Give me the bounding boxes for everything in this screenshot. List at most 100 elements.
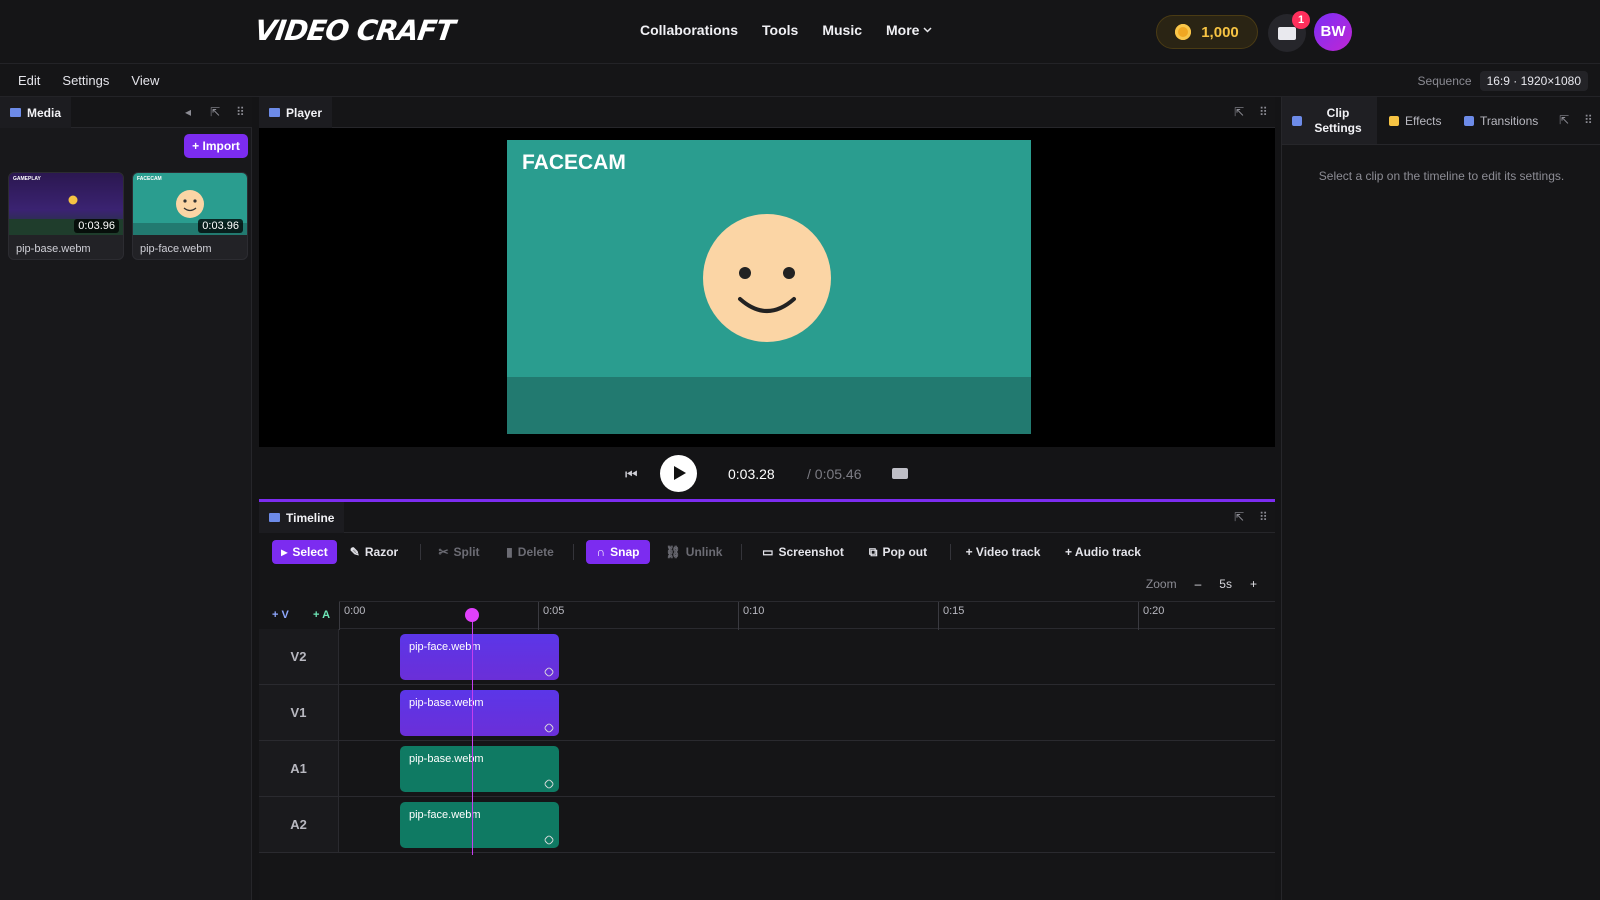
- monitor-icon: [269, 108, 280, 117]
- ruler-label: 0:15: [943, 605, 965, 617]
- timeline-clip[interactable]: pip-face.webm: [400, 802, 559, 848]
- nav-music[interactable]: Music: [822, 22, 862, 38]
- tab-timeline[interactable]: Timeline: [259, 502, 345, 533]
- link-icon: [543, 778, 555, 790]
- zoom-value: 5s: [1219, 577, 1232, 591]
- ruler-label: 0:10: [743, 605, 765, 617]
- nav-collaborations[interactable]: Collaborations: [640, 22, 738, 38]
- nav-more-label: More: [886, 22, 920, 38]
- tab-timeline-label: Timeline: [286, 510, 335, 525]
- drag-handle-icon[interactable]: ⠿: [1259, 105, 1268, 119]
- timeline-clip[interactable]: pip-face.webm: [400, 634, 559, 680]
- sequence-value[interactable]: 16:9 · 1920×1080: [1479, 71, 1588, 91]
- sequence-info: Sequence 16:9 · 1920×1080: [1418, 71, 1588, 91]
- toolbar-divider: [573, 544, 574, 560]
- zoom-in-button[interactable]: +: [1250, 577, 1257, 591]
- drag-handle-icon[interactable]: ⠿: [1584, 113, 1593, 127]
- collapse-icon[interactable]: ◂: [185, 105, 191, 119]
- popout-icon[interactable]: ⇱: [210, 105, 220, 119]
- top-bar: VIDEO CRAFT Collaborations Tools Music M…: [0, 0, 1600, 64]
- toolbar-divider: [420, 544, 421, 560]
- inspector-panel: Clip Settings Effects Transitions ⇱ ⠿ Se…: [1281, 97, 1600, 900]
- select-tool-button[interactable]: ▸ Select: [272, 540, 337, 564]
- delete-button[interactable]: ▮ Delete: [505, 540, 555, 564]
- video-frame-floor: [507, 377, 1031, 434]
- add-audio-track-mini[interactable]: + A: [313, 609, 330, 621]
- current-time: 0:03.28: [728, 466, 775, 482]
- trash-icon: ▮: [506, 545, 513, 559]
- tab-transitions[interactable]: Transitions: [1464, 97, 1538, 144]
- sparkle-icon: [1389, 115, 1399, 126]
- split-button[interactable]: ✂ Split: [437, 540, 481, 564]
- popout-icon[interactable]: ⇱: [1559, 113, 1569, 127]
- nav-tools[interactable]: Tools: [762, 22, 798, 38]
- player-controls: ⏮ 0:03.28 / 0:05.46: [259, 447, 1275, 501]
- notifications-button[interactable]: 1: [1268, 11, 1310, 52]
- import-button[interactable]: + Import: [184, 134, 248, 158]
- unlink-button[interactable]: ⛓ Unlink: [666, 540, 723, 564]
- razor-tool-button[interactable]: ✎ Razor: [347, 540, 401, 564]
- track-label[interactable]: V2: [259, 629, 339, 684]
- media-item[interactable]: GAMEPLAY 0:03.96 pip-base.webm: [8, 172, 124, 260]
- media-panel: Media ◂ ⇱ ⠿ + Import GAMEPLAY 0:03.96 pi…: [0, 97, 252, 900]
- thumb-tag: GAMEPLAY: [13, 176, 41, 182]
- zoom-controls: Zoom – 5s +: [1146, 577, 1257, 591]
- play-button[interactable]: [660, 455, 697, 492]
- track-row-v2: V2 pip-face.webm: [259, 629, 1275, 685]
- camera-icon[interactable]: [892, 468, 908, 479]
- tab-player[interactable]: Player: [259, 97, 333, 128]
- tab-effects[interactable]: Effects: [1389, 97, 1441, 144]
- coin-icon: [1175, 24, 1192, 40]
- player-tabbar: Player ⇱ ⠿: [259, 97, 1275, 128]
- popout-icon[interactable]: ⇱: [1234, 105, 1244, 119]
- track-label[interactable]: V1: [259, 685, 339, 740]
- unlink-label: Unlink: [685, 545, 723, 559]
- notification-badge: 1: [1292, 11, 1310, 29]
- popout-button[interactable]: ⧉ Pop out: [866, 540, 930, 564]
- track-label[interactable]: A2: [259, 797, 339, 852]
- ruler-tick: [738, 602, 739, 630]
- link-icon: [543, 722, 555, 734]
- timeline-clip[interactable]: pip-base.webm: [400, 690, 559, 736]
- drag-handle-icon[interactable]: ⠿: [236, 105, 245, 119]
- scissors-icon: ✂: [438, 545, 449, 559]
- screenshot-label: Screenshot: [778, 545, 844, 559]
- user-avatar[interactable]: BW: [1314, 13, 1352, 51]
- ruler-tick: [538, 602, 539, 630]
- menu-view[interactable]: View: [131, 73, 159, 88]
- timeline-clip[interactable]: pip-base.webm: [400, 746, 559, 792]
- menu-settings[interactable]: Settings: [62, 73, 109, 88]
- tab-clip-settings[interactable]: Clip Settings: [1282, 97, 1377, 144]
- playhead-handle[interactable]: [465, 608, 479, 622]
- cursor-icon: ▸: [281, 545, 288, 559]
- menu-edit[interactable]: Edit: [18, 73, 40, 88]
- screenshot-button[interactable]: ▭ Screenshot: [761, 540, 845, 564]
- media-tabbar: Media ◂ ⇱ ⠿: [0, 97, 252, 128]
- main-nav: Collaborations Tools Music More: [640, 22, 932, 38]
- tab-media[interactable]: Media: [0, 97, 72, 128]
- sequence-label: Sequence: [1417, 74, 1472, 88]
- zoom-out-button[interactable]: –: [1195, 577, 1202, 591]
- tab-player-label: Player: [286, 105, 323, 120]
- mail-icon: [1278, 26, 1296, 40]
- app-logo[interactable]: VIDEO CRAFT: [253, 14, 457, 47]
- coin-amount: 1,000: [1201, 23, 1239, 41]
- add-video-track-mini[interactable]: + V: [272, 609, 289, 621]
- time-ruler[interactable]: 0:00 0:05 0:10 0:15 0:20: [339, 601, 1275, 630]
- popout-icon[interactable]: ⇱: [1234, 510, 1244, 524]
- video-frame[interactable]: FACECAM: [507, 140, 1031, 434]
- thumb-name: pip-base.webm: [16, 243, 91, 255]
- skip-back-icon[interactable]: ⏮: [625, 466, 638, 483]
- split-label: Split: [453, 545, 480, 559]
- track-label[interactable]: A1: [259, 741, 339, 796]
- playhead-line[interactable]: [472, 615, 473, 855]
- coin-balance[interactable]: 1,000: [1156, 15, 1258, 49]
- drag-handle-icon[interactable]: ⠿: [1259, 510, 1268, 524]
- add-video-track-button[interactable]: + Video track: [965, 540, 1041, 564]
- link-icon: [543, 834, 555, 846]
- add-audio-track-button[interactable]: + Audio track: [1065, 540, 1141, 564]
- snap-toggle-button[interactable]: ∩ Snap: [586, 540, 650, 564]
- nav-more[interactable]: More: [886, 22, 932, 38]
- media-item[interactable]: FACECAM 0:03.96 pip-face.webm: [132, 172, 248, 260]
- menu-bar: Edit Settings View Sequence 16:9 · 1920×…: [0, 64, 1600, 97]
